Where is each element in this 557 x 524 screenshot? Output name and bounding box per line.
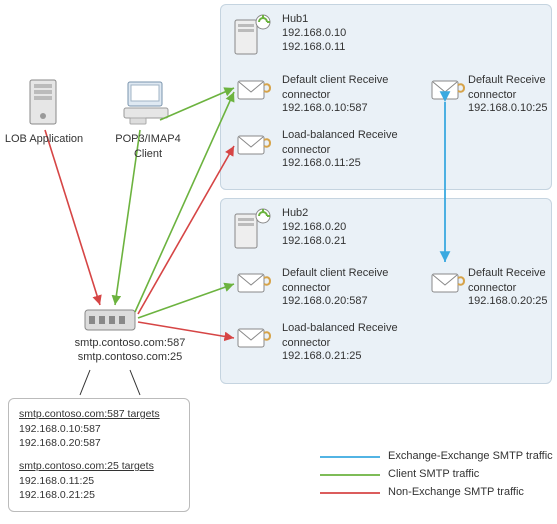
diagram-stage: LOB Application POP3/IMAP4 Client smtp.c… <box>0 0 557 524</box>
conn-icon-h1d <box>432 81 464 99</box>
targets-25-2: 192.168.0.21:25 <box>19 488 179 503</box>
legend-client: Client SMTP traffic <box>388 468 479 480</box>
hub2-def-conn-name: Default Receive connector <box>468 266 550 296</box>
switch-icon <box>85 310 135 330</box>
conn-icon-h1l <box>238 136 270 154</box>
hub1-client-conn-addr: 192.168.0.10:587 <box>282 101 368 116</box>
hub1-ip1: 192.168.0.10 <box>282 26 346 41</box>
hub2-server-icon <box>235 209 270 248</box>
hub1-name: Hub1 <box>282 12 308 27</box>
lob-app-icon <box>30 80 56 124</box>
hub1-ip2: 192.168.0.11 <box>282 40 345 55</box>
hub2-name: Hub2 <box>282 206 308 221</box>
switch-label1: smtp.contoso.com:587 <box>65 336 195 351</box>
targets-587-1: 192.168.0.10:587 <box>19 422 179 437</box>
targets-587-header: smtp.contoso.com:587 targets <box>19 407 179 422</box>
switch-label2: smtp.contoso.com:25 <box>65 350 195 365</box>
hub1-def-conn-name: Default Receive connector <box>468 73 550 103</box>
hub2-client-conn-addr: 192.168.0.20:587 <box>282 294 368 309</box>
hub2-lb-conn-name: Load-balanced Receive connector <box>282 321 412 351</box>
pop-client-label: POP3/IMAP4 Client <box>113 132 183 162</box>
targets-25-header: smtp.contoso.com:25 targets <box>19 459 179 474</box>
lob-app-label: LOB Application <box>3 132 85 147</box>
legend-exchange: Exchange-Exchange SMTP traffic <box>388 450 553 462</box>
hub1-def-conn-addr: 192.168.0.10:25 <box>468 101 548 116</box>
conn-icon-h2c <box>238 274 270 292</box>
pop-client-icon <box>124 82 168 124</box>
conn-icon-h2d <box>432 274 464 292</box>
targets-25-1: 192.168.0.11:25 <box>19 474 179 489</box>
hub2-def-conn-addr: 192.168.0.20:25 <box>468 294 548 309</box>
legend-nonex: Non-Exchange SMTP traffic <box>388 486 524 498</box>
hub1-lb-conn-name: Load-balanced Receive connector <box>282 128 412 158</box>
hub2-ip1: 192.168.0.20 <box>282 220 346 235</box>
conn-icon-h2l <box>238 329 270 347</box>
edge-lob-sw <box>45 130 100 305</box>
edge-sw-h1c <box>135 92 234 312</box>
conn-icon-h1c <box>238 81 270 99</box>
hub2-ip2: 192.168.0.21 <box>282 234 346 249</box>
hub1-server-icon <box>235 15 270 54</box>
hub1-client-conn-name: Default client Receive connector <box>282 73 412 103</box>
hub2-client-conn-name: Default client Receive connector <box>282 266 412 296</box>
hub2-lb-conn-addr: 192.168.0.21:25 <box>282 349 362 364</box>
targets-587-2: 192.168.0.20:587 <box>19 436 179 451</box>
targets-box: smtp.contoso.com:587 targets 192.168.0.1… <box>8 398 190 512</box>
hub1-lb-conn-addr: 192.168.0.11:25 <box>282 156 361 171</box>
switch-targets-bracket <box>80 370 140 395</box>
